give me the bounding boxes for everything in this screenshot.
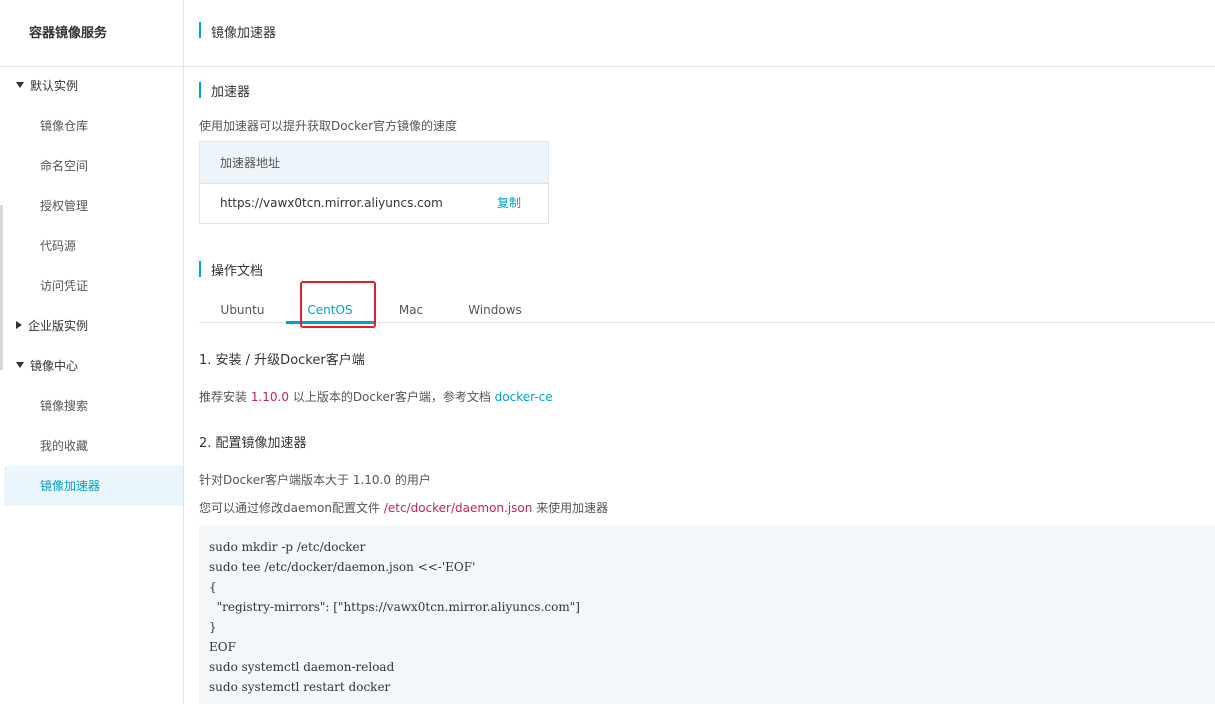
sidebar-item-authorization[interactable]: 授权管理 xyxy=(4,186,183,226)
accelerator-url: https://vawx0tcn.mirror.aliyuncs.com xyxy=(220,196,443,210)
tab-mac[interactable]: Mac xyxy=(374,298,448,322)
config-note-suffix: 来使用加速器 xyxy=(532,501,609,515)
sidebar: 容器镜像服务 默认实例 镜像仓库 命名空间 授权管理 代码源 访问凭证 企业版实… xyxy=(0,0,184,704)
section-title-accelerator: 加速器 xyxy=(211,85,251,100)
sidebar-group-label: 企业版实例 xyxy=(28,319,89,333)
sidebar-group-enterprise-instance[interactable]: 企业版实例 xyxy=(16,316,88,336)
tab-ubuntu[interactable]: Ubuntu xyxy=(199,298,286,322)
page-title: 镜像加速器 xyxy=(211,26,277,41)
title-accent-bar xyxy=(199,22,201,38)
step1-text-prefix: 推荐安装 xyxy=(199,390,251,404)
sidebar-item-code-source[interactable]: 代码源 xyxy=(4,226,183,266)
sidebar-title: 容器镜像服务 xyxy=(29,26,108,41)
tab-windows[interactable]: Windows xyxy=(448,298,542,322)
copy-button[interactable]: 复制 xyxy=(497,184,521,222)
sidebar-group-default-instance[interactable]: 默认实例 xyxy=(16,76,78,96)
step2-version-note: 针对Docker客户端版本大于 1.10.0 的用户 xyxy=(199,473,431,487)
sidebar-item-credentials[interactable]: 访问凭证 xyxy=(4,266,183,306)
os-tabs: Ubuntu CentOS Mac Windows xyxy=(199,298,1215,324)
step2-title: 2. 配置镜像加速器 xyxy=(199,436,307,451)
sidebar-item-namespaces[interactable]: 命名空间 xyxy=(4,146,183,186)
step1-title: 1. 安装 / 升级Docker客户端 xyxy=(199,353,365,368)
sidebar-item-favorites[interactable]: 我的收藏 xyxy=(4,426,183,466)
accelerator-description: 使用加速器可以提升获取Docker官方镜像的速度 xyxy=(199,119,458,133)
page-header: 镜像加速器 xyxy=(184,0,1215,67)
tab-centos[interactable]: CentOS xyxy=(286,298,374,324)
step2-config-note: 您可以通过修改daemon配置文件 /etc/docker/daemon.jso… xyxy=(199,499,608,516)
section-title-docs: 操作文档 xyxy=(211,264,264,279)
caret-down-icon xyxy=(16,361,24,368)
accelerator-address-table: 加速器地址 https://vawx0tcn.mirror.aliyuncs.c… xyxy=(199,141,549,224)
config-code-block[interactable]: sudo mkdir -p /etc/docker sudo tee /etc/… xyxy=(199,525,1215,704)
step1-text-middle: 以上版本的Docker客户端，参考文档 xyxy=(289,390,495,404)
sidebar-scrollbar[interactable] xyxy=(0,205,3,370)
caret-right-icon xyxy=(16,320,22,329)
table-row: https://vawx0tcn.mirror.aliyuncs.com 复制 xyxy=(200,184,548,224)
sidebar-group-image-center[interactable]: 镜像中心 xyxy=(16,356,78,376)
docker-ce-link[interactable]: docker-ce xyxy=(495,390,553,404)
sidebar-item-image-search[interactable]: 镜像搜索 xyxy=(4,386,183,426)
sidebar-item-mirror-accelerator[interactable]: 镜像加速器 xyxy=(4,466,183,506)
table-header: 加速器地址 xyxy=(200,142,548,184)
daemon-json-path: /etc/docker/daemon.json xyxy=(383,501,533,515)
recommended-version: 1.10.0 xyxy=(250,390,289,404)
section-accent-bar xyxy=(199,261,201,277)
sidebar-divider xyxy=(0,66,184,67)
section-accent-bar xyxy=(199,82,201,98)
sidebar-item-repositories[interactable]: 镜像仓库 xyxy=(4,106,183,146)
sidebar-group-label: 默认实例 xyxy=(30,79,79,93)
caret-down-icon xyxy=(16,81,24,88)
step1-text: 推荐安装 1.10.0 以上版本的Docker客户端，参考文档 docker-c… xyxy=(199,388,553,405)
config-note-prefix: 您可以通过修改daemon配置文件 xyxy=(199,501,384,515)
sidebar-group-label: 镜像中心 xyxy=(30,359,79,373)
